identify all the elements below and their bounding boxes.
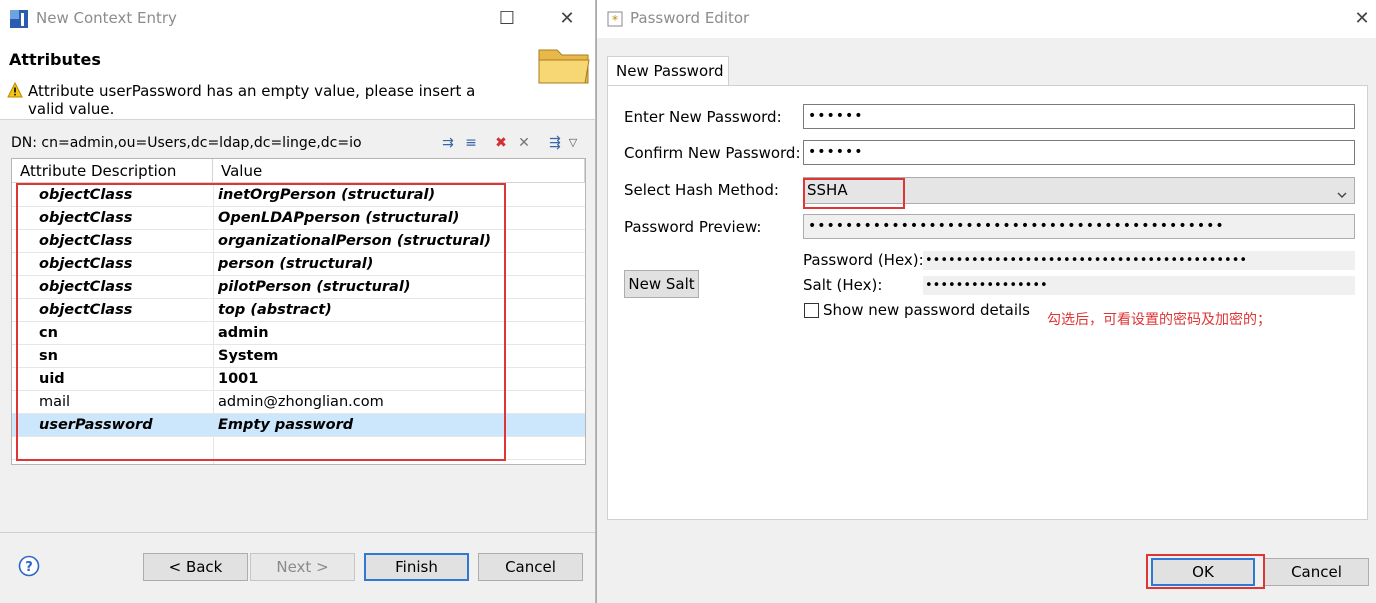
attribute-name: objectClass: [39, 279, 133, 295]
next-button[interactable]: Next >: [250, 553, 355, 581]
attribute-name: mail: [39, 394, 71, 410]
password-preview-field: ••••••••••••••••••••••••••••••••••••••••…: [803, 214, 1355, 239]
show-details-checkbox[interactable]: [804, 303, 819, 318]
ok-button[interactable]: OK: [1151, 558, 1255, 586]
delete-all-icon[interactable]: ✕: [514, 134, 534, 152]
warning-icon: [7, 81, 23, 98]
annotation-text: 勾选后，可看设置的密码及加密的；: [1047, 312, 1271, 328]
wizard-header: Attributes Attribute userPassword has an…: [0, 38, 595, 120]
attribute-value: System: [218, 348, 279, 364]
attribute-name: objectClass: [39, 256, 133, 272]
table-row-empty[interactable]: [12, 437, 585, 460]
attribute-value: admin: [218, 325, 269, 341]
back-button[interactable]: < Back: [143, 553, 248, 581]
button-bar-divider: [0, 532, 595, 533]
tab-new-password[interactable]: New Password: [607, 56, 729, 86]
attribute-value: pilotPerson (structural): [218, 279, 411, 295]
table-row[interactable]: objectClass person (structural): [12, 253, 585, 276]
dn-label: DN: cn=admin,ou=Users,dc=ldap,dc=linge,d…: [11, 135, 362, 151]
password-editor-icon: *: [607, 11, 623, 27]
password-hex-label: Password (Hex):: [803, 251, 924, 269]
new-value-icon[interactable]: ≡: [461, 134, 481, 152]
attribute-value: Empty password: [218, 417, 354, 433]
folder-icon: [536, 42, 592, 86]
column-header-value[interactable]: Value: [213, 159, 585, 183]
delete-icon[interactable]: ✖: [491, 134, 511, 152]
svg-text:*: *: [612, 13, 618, 27]
password-preview-label: Password Preview:: [624, 218, 762, 236]
attribute-name: objectClass: [39, 302, 133, 318]
attribute-value: organizationalPerson (structural): [218, 233, 491, 249]
confirm-password-label: Confirm New Password:: [624, 144, 801, 162]
salt-hex-label: Salt (Hex):: [803, 276, 883, 294]
table-row[interactable]: cn admin: [12, 322, 585, 345]
attribute-value: inetOrgPerson (structural): [218, 187, 436, 203]
attribute-name: userPassword: [39, 417, 153, 433]
table-row[interactable]: objectClass OpenLDAPperson (structural): [12, 207, 585, 230]
sort-icon[interactable]: ⇶: [545, 134, 565, 152]
table-row[interactable]: sn System: [12, 345, 585, 368]
salt-hex-value: ••••••••••••••••: [923, 276, 1355, 295]
close-button[interactable]: ✕: [1347, 6, 1376, 32]
attribute-value: OpenLDAPperson (structural): [218, 210, 460, 226]
table-row[interactable]: objectClass top (abstract): [12, 299, 585, 322]
table-row[interactable]: mail admin@zhonglian.com: [12, 391, 585, 414]
table-row-selected[interactable]: userPassword Empty password: [12, 414, 585, 437]
password-editor-window: * Password Editor ✕ New Password Enter N…: [596, 0, 1376, 603]
attribute-value: 1001: [218, 371, 259, 387]
maximize-button[interactable]: ☐: [492, 6, 522, 32]
show-details-label: Show new password details: [823, 301, 1030, 319]
hash-method-label: Select Hash Method:: [624, 181, 779, 199]
attribute-value: admin@zhonglian.com: [218, 394, 384, 410]
attribute-name: sn: [39, 348, 58, 364]
attribute-name: objectClass: [39, 187, 133, 203]
cancel-button[interactable]: Cancel: [478, 553, 583, 581]
password-hex-value: ••••••••••••••••••••••••••••••••••••••••…: [923, 251, 1355, 270]
enter-password-label: Enter New Password:: [624, 108, 782, 126]
help-icon[interactable]: ?: [18, 555, 40, 577]
hash-method-value: SSHA: [807, 181, 848, 199]
attribute-value: person (structural): [218, 256, 374, 272]
chevron-down-icon[interactable]: ▽: [566, 134, 580, 152]
new-context-entry-window: New Context Entry ☐ ✕ Attributes Attribu…: [0, 0, 596, 603]
window-title: Password Editor: [630, 9, 750, 27]
attribute-value: top (abstract): [218, 302, 332, 318]
chevron-down-icon: [1336, 184, 1348, 198]
close-button[interactable]: ✕: [552, 6, 582, 32]
attributes-table: Attribute Description Value objectClass …: [11, 158, 586, 465]
finish-button[interactable]: Finish: [364, 553, 469, 581]
right-title-bar[interactable]: * Password Editor ✕: [597, 0, 1376, 38]
table-row[interactable]: objectClass organizationalPerson (struct…: [12, 230, 585, 253]
attribute-name: objectClass: [39, 233, 133, 249]
attribute-name: cn: [39, 325, 58, 341]
table-row[interactable]: objectClass inetOrgPerson (structural): [12, 184, 585, 207]
window-title: New Context Entry: [36, 9, 177, 27]
app-icon: [9, 9, 29, 29]
table-row[interactable]: uid 1001: [12, 368, 585, 391]
confirm-password-field[interactable]: ••••••: [803, 140, 1355, 165]
new-salt-button[interactable]: New Salt: [624, 270, 699, 298]
warning-message: Attribute userPassword has an empty valu…: [28, 82, 476, 118]
hash-method-select[interactable]: SSHA: [803, 177, 1355, 204]
section-title: Attributes: [9, 50, 101, 69]
attribute-name: uid: [39, 371, 65, 387]
attribute-name: objectClass: [39, 210, 133, 226]
left-title-bar[interactable]: New Context Entry ☐ ✕: [0, 0, 595, 38]
table-row[interactable]: objectClass pilotPerson (structural): [12, 276, 585, 299]
enter-password-field[interactable]: ••••••: [803, 104, 1355, 129]
new-attribute-icon[interactable]: ⇉: [438, 134, 458, 152]
column-header-attribute[interactable]: Attribute Description: [12, 159, 213, 183]
cancel-button[interactable]: Cancel: [1264, 558, 1369, 586]
svg-text:?: ?: [25, 560, 33, 575]
